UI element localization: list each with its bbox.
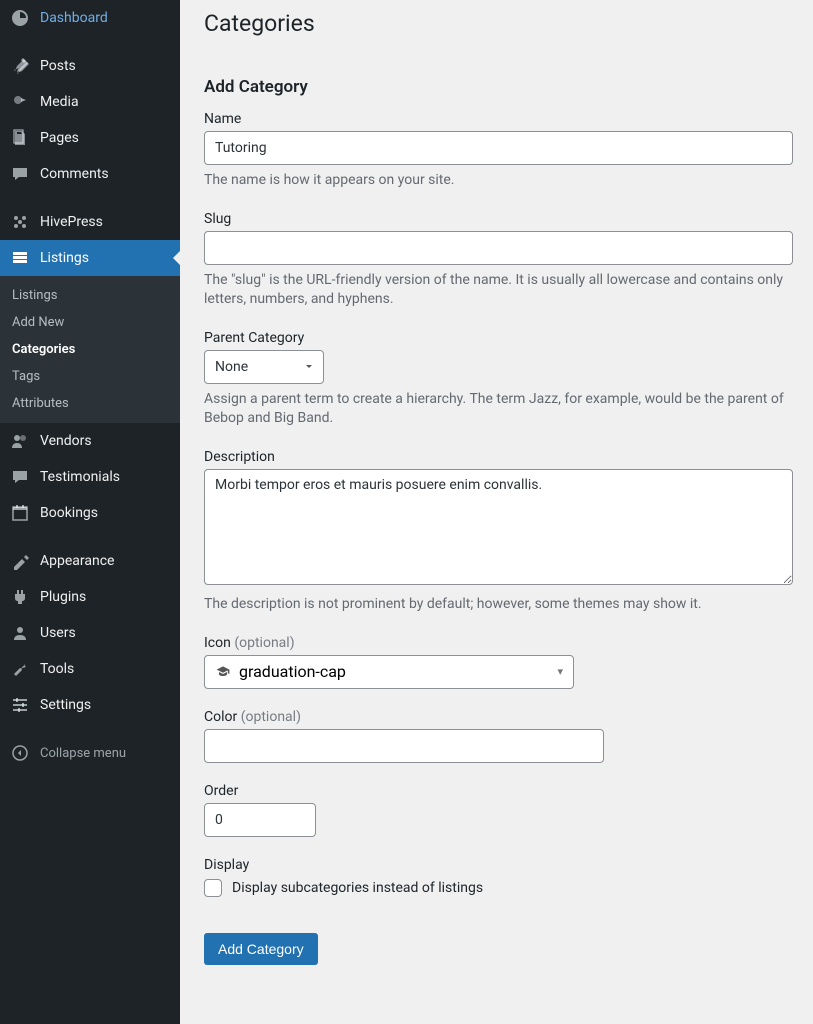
description-textarea[interactable]: Morbi tempor eros et mauris posuere enim…: [204, 469, 793, 585]
field-slug: Slug The "slug" is the URL-friendly vers…: [204, 211, 793, 310]
sidebar-item-label: Media: [40, 94, 79, 110]
page-title: Categories: [204, 0, 793, 57]
name-label: Name: [204, 111, 793, 127]
color-label: Color (optional): [204, 709, 793, 725]
submenu-categories[interactable]: Categories: [0, 336, 180, 363]
submenu-attributes[interactable]: Attributes: [0, 390, 180, 417]
icon-value: graduation-cap: [239, 662, 346, 681]
listings-submenu: Listings Add New Categories Tags Attribu…: [0, 276, 180, 423]
sidebar-item-plugins[interactable]: Plugins: [0, 579, 180, 615]
field-description: Description Morbi tempor eros et mauris …: [204, 449, 793, 615]
sidebar-item-label: Appearance: [40, 553, 114, 569]
slug-label: Slug: [204, 211, 793, 227]
display-checkbox-label: Display subcategories instead of listing…: [232, 880, 483, 896]
sidebar-item-label: Users: [40, 625, 76, 641]
plugins-icon: [10, 587, 30, 607]
slug-help: The "slug" is the URL-friendly version o…: [204, 271, 793, 310]
testimonials-icon: [10, 467, 30, 487]
field-parent: Parent Category None Assign a parent ter…: [204, 330, 793, 429]
sidebar-item-label: Vendors: [40, 433, 92, 449]
media-icon: [10, 92, 30, 112]
description-help: The description is not prominent by defa…: [204, 595, 793, 615]
submenu-tags[interactable]: Tags: [0, 363, 180, 390]
slug-input[interactable]: [204, 231, 793, 265]
submenu-add-new[interactable]: Add New: [0, 309, 180, 336]
order-label: Order: [204, 783, 793, 799]
parent-help: Assign a parent term to create a hierarc…: [204, 390, 793, 429]
sidebar-item-media[interactable]: Media: [0, 84, 180, 120]
settings-icon: [10, 695, 30, 715]
sidebar-item-label: Testimonials: [40, 469, 120, 485]
sidebar-item-vendors[interactable]: Vendors: [0, 423, 180, 459]
appearance-icon: [10, 551, 30, 571]
submenu-listings[interactable]: Listings: [0, 282, 180, 309]
pages-icon: [10, 128, 30, 148]
name-help: The name is how it appears on your site.: [204, 171, 793, 191]
sidebar-item-label: Pages: [40, 130, 79, 146]
tools-icon: [10, 659, 30, 679]
sidebar-item-dashboard[interactable]: Dashboard: [0, 0, 180, 36]
field-order: Order: [204, 783, 793, 837]
sidebar-item-label: HivePress: [40, 214, 103, 230]
field-icon: Icon (optional) graduation-cap: [204, 635, 793, 689]
bookings-icon: [10, 503, 30, 523]
icon-select[interactable]: graduation-cap: [204, 655, 574, 689]
display-checkbox[interactable]: [204, 879, 222, 897]
sidebar-item-users[interactable]: Users: [0, 615, 180, 651]
listings-icon: [10, 248, 30, 268]
admin-sidebar: Dashboard Posts Media Pages Comments Hiv…: [0, 0, 180, 1024]
sidebar-item-appearance[interactable]: Appearance: [0, 543, 180, 579]
display-label: Display: [204, 857, 793, 873]
icon-label: Icon (optional): [204, 635, 793, 651]
sidebar-item-label: Listings: [40, 250, 89, 266]
main-content: Categories Add Category Name The name is…: [180, 0, 813, 1024]
sidebar-item-posts[interactable]: Posts: [0, 48, 180, 84]
sidebar-item-settings[interactable]: Settings: [0, 687, 180, 723]
sidebar-item-tools[interactable]: Tools: [0, 651, 180, 687]
collapse-menu[interactable]: Collapse menu: [0, 735, 180, 771]
dashboard-icon: [10, 8, 30, 28]
sidebar-item-label: Dashboard: [40, 10, 108, 26]
sidebar-item-label: Tools: [40, 661, 74, 677]
sidebar-item-bookings[interactable]: Bookings: [0, 495, 180, 531]
sidebar-item-label: Plugins: [40, 589, 86, 605]
collapse-label: Collapse menu: [40, 746, 126, 761]
name-input[interactable]: [204, 131, 793, 165]
field-name: Name The name is how it appears on your …: [204, 111, 793, 191]
sidebar-item-hivepress[interactable]: HivePress: [0, 204, 180, 240]
sidebar-item-testimonials[interactable]: Testimonials: [0, 459, 180, 495]
form-title: Add Category: [204, 77, 793, 97]
collapse-icon: [10, 743, 30, 763]
comments-icon: [10, 164, 30, 184]
sidebar-item-listings[interactable]: Listings: [0, 240, 180, 276]
sidebar-item-pages[interactable]: Pages: [0, 120, 180, 156]
hivepress-icon: [10, 212, 30, 232]
sidebar-item-label: Bookings: [40, 505, 98, 521]
graduation-cap-icon: [215, 664, 231, 680]
sidebar-item-label: Settings: [40, 697, 91, 713]
sidebar-item-label: Comments: [40, 166, 109, 182]
field-display: Display Display subcategories instead of…: [204, 857, 793, 897]
order-input[interactable]: [204, 803, 316, 837]
pin-icon: [10, 56, 30, 76]
parent-select[interactable]: None: [204, 350, 324, 384]
add-category-button[interactable]: Add Category: [204, 933, 318, 965]
field-color: Color (optional): [204, 709, 793, 763]
color-input[interactable]: [204, 729, 604, 763]
sidebar-item-comments[interactable]: Comments: [0, 156, 180, 192]
users-icon: [10, 623, 30, 643]
description-label: Description: [204, 449, 793, 465]
sidebar-item-label: Posts: [40, 58, 76, 74]
parent-label: Parent Category: [204, 330, 793, 346]
vendors-icon: [10, 431, 30, 451]
